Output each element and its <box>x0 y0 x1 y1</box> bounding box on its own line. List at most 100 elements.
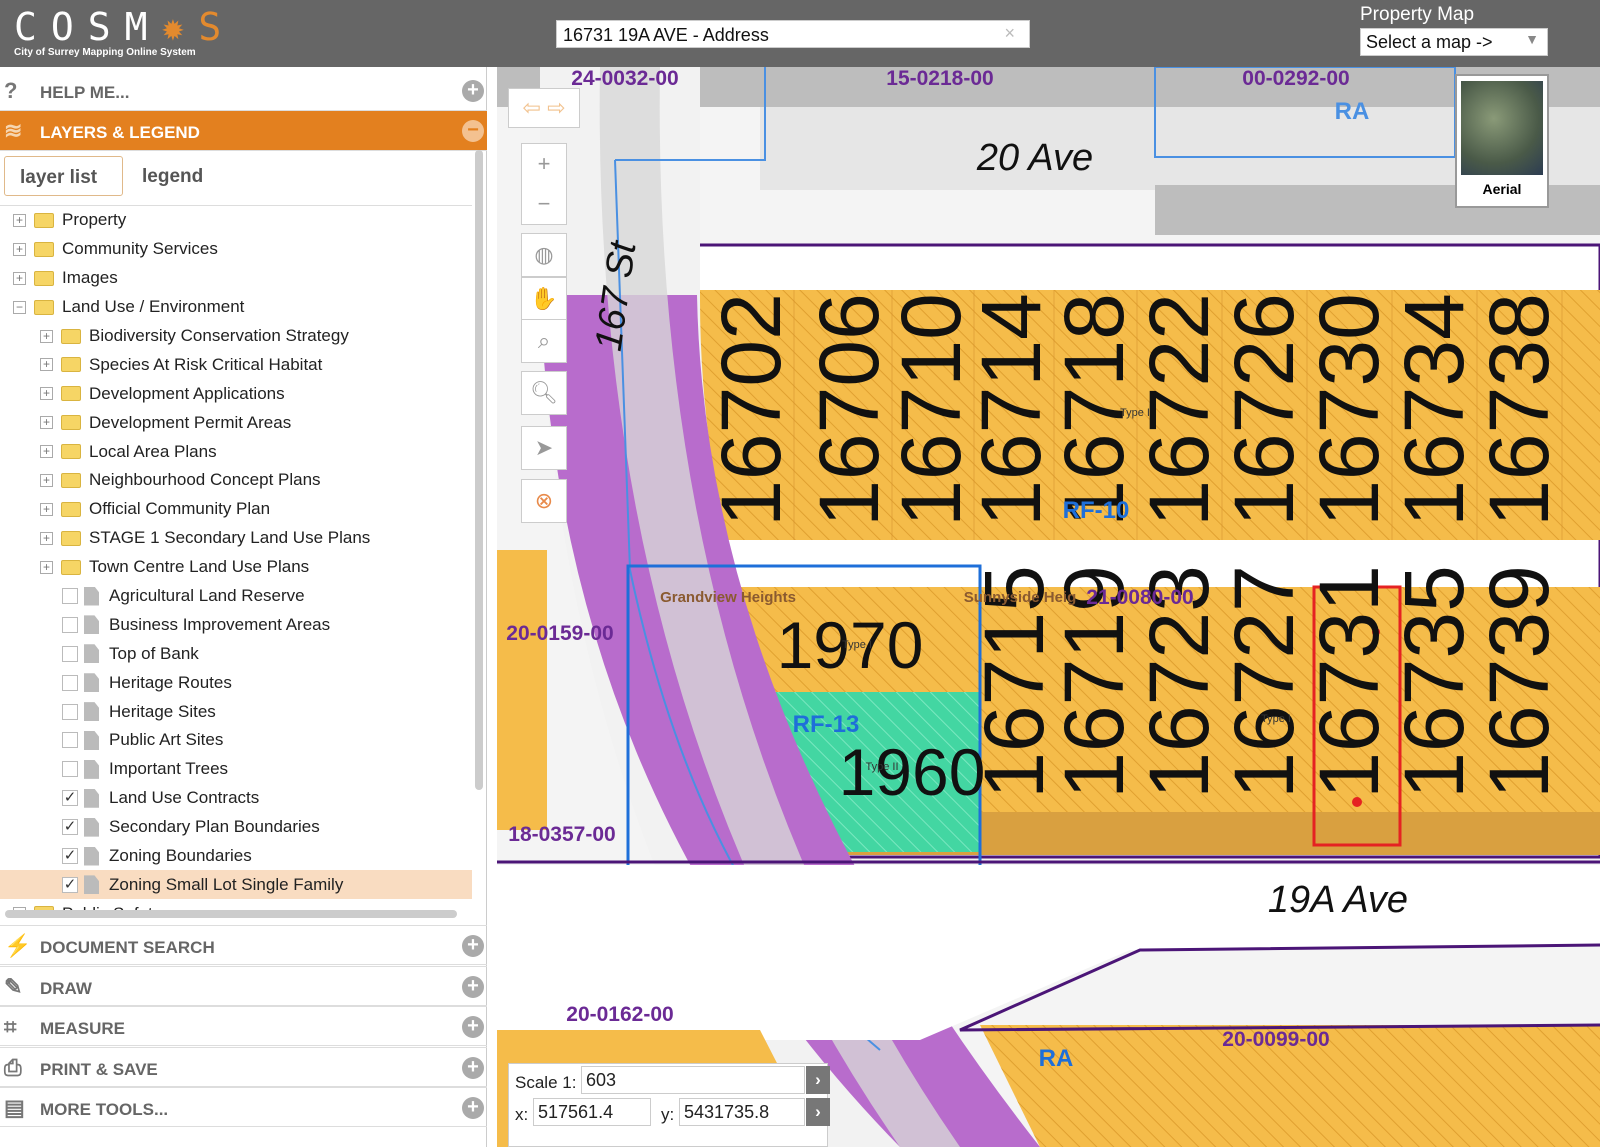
layer-item[interactable]: + Town Centre Land Use Plans <box>0 553 472 582</box>
layer-item[interactable]: Agricultural Land Reserve <box>0 582 472 611</box>
tab-layer-list[interactable]: layer list <box>4 156 123 196</box>
layer-item[interactable]: + Local Area Plans <box>0 437 472 466</box>
layer-checkbox[interactable] <box>62 616 78 633</box>
expand-icon[interactable]: + <box>13 242 26 256</box>
layer-item[interactable]: + STAGE 1 Secondary Land Use Plans <box>0 524 472 553</box>
y-coordinate-input[interactable]: 5431735.8 <box>679 1098 805 1126</box>
layers-panel-header[interactable]: ≋ LAYERS & LEGEND − <box>0 111 487 151</box>
layer-item[interactable]: + Development Permit Areas <box>0 408 472 437</box>
type-label: Type I <box>842 639 872 651</box>
expand-icon[interactable]: + <box>462 1016 484 1039</box>
project-label: 15-0218-00 <box>886 67 993 90</box>
address-search-input[interactable]: 16731 19A AVE - Address × <box>556 20 1030 48</box>
expand-icon[interactable]: + <box>40 387 53 401</box>
lot-number: 16731 <box>1302 565 1396 799</box>
panel-header-draw[interactable]: ✎ DRAW + <box>0 965 487 1006</box>
aerial-basemap-toggle[interactable]: Aerial <box>1455 74 1549 208</box>
map-view[interactable]: 16702 16706 16710 16714 16718 16722 16726 16730… <box>497 67 1600 1147</box>
layer-tree: + Property + Community Services + Images − Land… <box>0 205 472 910</box>
expand-icon[interactable]: + <box>462 935 484 957</box>
globe-button[interactable]: ◍ <box>521 233 567 277</box>
layer-item[interactable]: + Development Applications <box>0 379 472 408</box>
scale-input[interactable]: 603 <box>581 1066 805 1094</box>
layer-item[interactable]: ✓ Zoning Boundaries <box>0 842 472 871</box>
help-panel-header[interactable]: ? HELP ME... + <box>0 71 487 111</box>
scale-coordinates-panel: Scale 1: 603 › x: 517561.4 y: 5431735.8 … <box>508 1063 830 1147</box>
panel-header-measure[interactable]: ⌗ MEASURE + <box>0 1006 487 1047</box>
panel-header-document-search[interactable]: ⚡ DOCUMENT SEARCH + <box>0 925 487 965</box>
expand-icon[interactable]: + <box>462 975 484 998</box>
expand-icon[interactable]: + <box>462 1056 484 1079</box>
layer-item[interactable]: Public Art Sites <box>0 726 472 755</box>
layer-item[interactable]: Heritage Routes <box>0 668 472 697</box>
identify-button[interactable]: 🔍︎ <box>521 371 567 415</box>
layer-item[interactable]: + Community Services <box>0 235 472 264</box>
layer-checkbox[interactable]: ✓ <box>62 819 78 836</box>
layer-checkbox[interactable] <box>62 703 78 720</box>
layer-item[interactable]: + Species At Risk Critical Habitat <box>0 350 472 379</box>
expand-icon[interactable]: + <box>13 213 26 227</box>
pan-button[interactable]: ✋ <box>521 277 567 321</box>
layer-item[interactable]: ✓ Secondary Plan Boundaries <box>0 813 472 842</box>
layer-item[interactable]: − Land Use / Environment <box>0 293 472 322</box>
scale-go-button[interactable]: › <box>806 1066 830 1094</box>
history-nav[interactable]: ⇦ ⇨ <box>508 88 580 128</box>
panel-header-print-save[interactable]: ⎙ PRINT & SAVE + <box>0 1046 487 1087</box>
layer-checkbox[interactable] <box>62 732 78 749</box>
layer-file-icon <box>84 817 99 837</box>
expand-icon[interactable]: + <box>13 271 26 285</box>
zoom-box-button[interactable]: ⌕ <box>521 319 567 363</box>
collapse-icon[interactable]: − <box>462 120 484 142</box>
layer-item[interactable]: ✓ Zoning Small Lot Single Family <box>0 870 472 900</box>
layer-label: Heritage Sites <box>109 701 216 721</box>
question-icon: ? <box>4 78 18 103</box>
expand-icon[interactable]: + <box>40 329 53 343</box>
layer-item[interactable]: Important Trees <box>0 755 472 784</box>
map-select[interactable]: Select a map -> ▼ <box>1360 28 1548 56</box>
expand-icon[interactable]: + <box>40 502 53 516</box>
forward-arrow-icon[interactable]: ⇨ <box>547 95 565 120</box>
clear-map-button[interactable]: ⊗ <box>521 479 567 523</box>
layer-item[interactable]: + Official Community Plan <box>0 495 472 524</box>
layer-item[interactable]: Heritage Sites <box>0 697 472 726</box>
layer-item[interactable]: Top of Bank <box>0 639 472 668</box>
layer-checkbox[interactable]: ✓ <box>62 848 78 865</box>
search-value: 16731 19A AVE - Address <box>563 25 769 45</box>
layer-checkbox[interactable]: ✓ <box>62 790 78 807</box>
tab-legend[interactable]: legend <box>127 156 218 196</box>
vertical-scrollbar[interactable] <box>475 150 483 790</box>
layer-item[interactable]: + Neighbourhood Concept Plans <box>0 466 472 495</box>
layer-item[interactable]: + Biodiversity Conservation Strategy <box>0 322 472 351</box>
expand-icon[interactable]: + <box>40 445 53 459</box>
layer-checkbox[interactable] <box>62 761 78 778</box>
zoom-out-button[interactable]: − <box>522 184 566 224</box>
expand-icon[interactable]: + <box>462 80 484 102</box>
folder-icon <box>61 530 81 546</box>
layer-item[interactable]: +Public Safety <box>0 899 472 910</box>
layer-item[interactable]: + Property <box>0 206 472 235</box>
collapse-icon[interactable]: − <box>13 300 26 314</box>
layer-checkbox[interactable]: ✓ <box>62 876 78 893</box>
layer-item[interactable]: ✓ Land Use Contracts <box>0 784 472 813</box>
cosmos-logo[interactable]: COSM✹S City of Surrey Mapping Online Sys… <box>14 8 235 58</box>
expand-icon[interactable]: + <box>40 416 53 430</box>
x-coordinate-input[interactable]: 517561.4 <box>533 1098 651 1126</box>
expand-icon[interactable]: + <box>40 560 53 574</box>
expand-icon[interactable]: + <box>40 531 53 545</box>
layer-label: Town Centre Land Use Plans <box>89 557 310 577</box>
clear-icon[interactable]: × <box>1004 23 1015 44</box>
back-arrow-icon[interactable]: ⇦ <box>523 95 541 120</box>
layer-checkbox[interactable] <box>62 645 78 662</box>
layer-checkbox[interactable] <box>62 674 78 691</box>
coordinate-go-button[interactable]: › <box>806 1098 830 1126</box>
layer-item[interactable]: Business Improvement Areas <box>0 610 472 639</box>
zoom-in-button[interactable]: + <box>522 144 566 184</box>
panel-header-more-tools-[interactable]: ▤ MORE TOOLS... + <box>0 1087 487 1128</box>
locate-button[interactable]: ➤ <box>521 426 567 470</box>
layer-checkbox[interactable] <box>62 588 78 605</box>
layer-item[interactable]: + Images <box>0 264 472 293</box>
horizontal-scrollbar[interactable] <box>5 910 457 918</box>
expand-icon[interactable]: + <box>40 473 53 487</box>
expand-icon[interactable]: + <box>40 358 53 372</box>
expand-icon[interactable]: + <box>462 1097 484 1120</box>
